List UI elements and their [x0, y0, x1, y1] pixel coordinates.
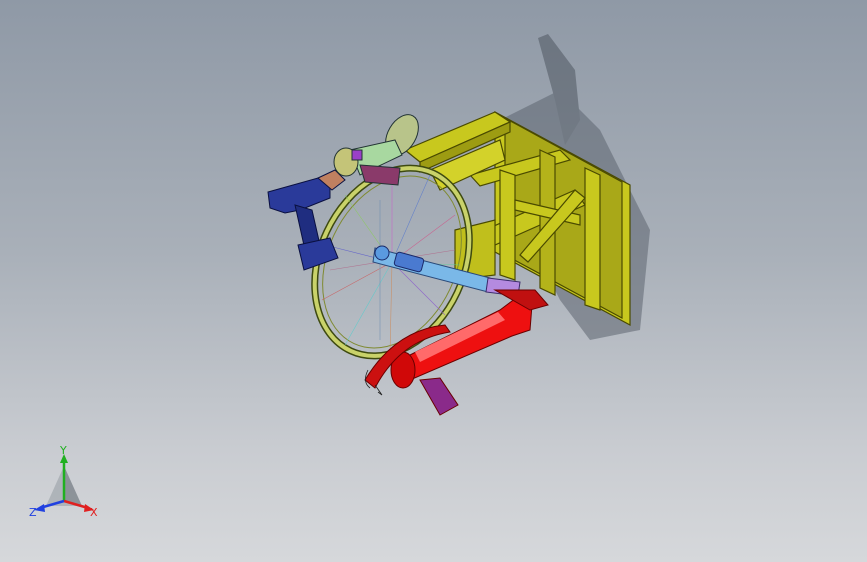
y-axis-label: Y	[59, 446, 67, 457]
red-actuator[interactable]	[364, 289, 549, 416]
z-axis-label: Z	[29, 506, 37, 519]
cad-model-scene[interactable]	[0, 0, 867, 562]
graphics-viewport[interactable]: Y X Z	[0, 0, 867, 562]
coordinate-triad: Y X Z	[29, 446, 98, 519]
x-axis-label: X	[90, 506, 98, 519]
